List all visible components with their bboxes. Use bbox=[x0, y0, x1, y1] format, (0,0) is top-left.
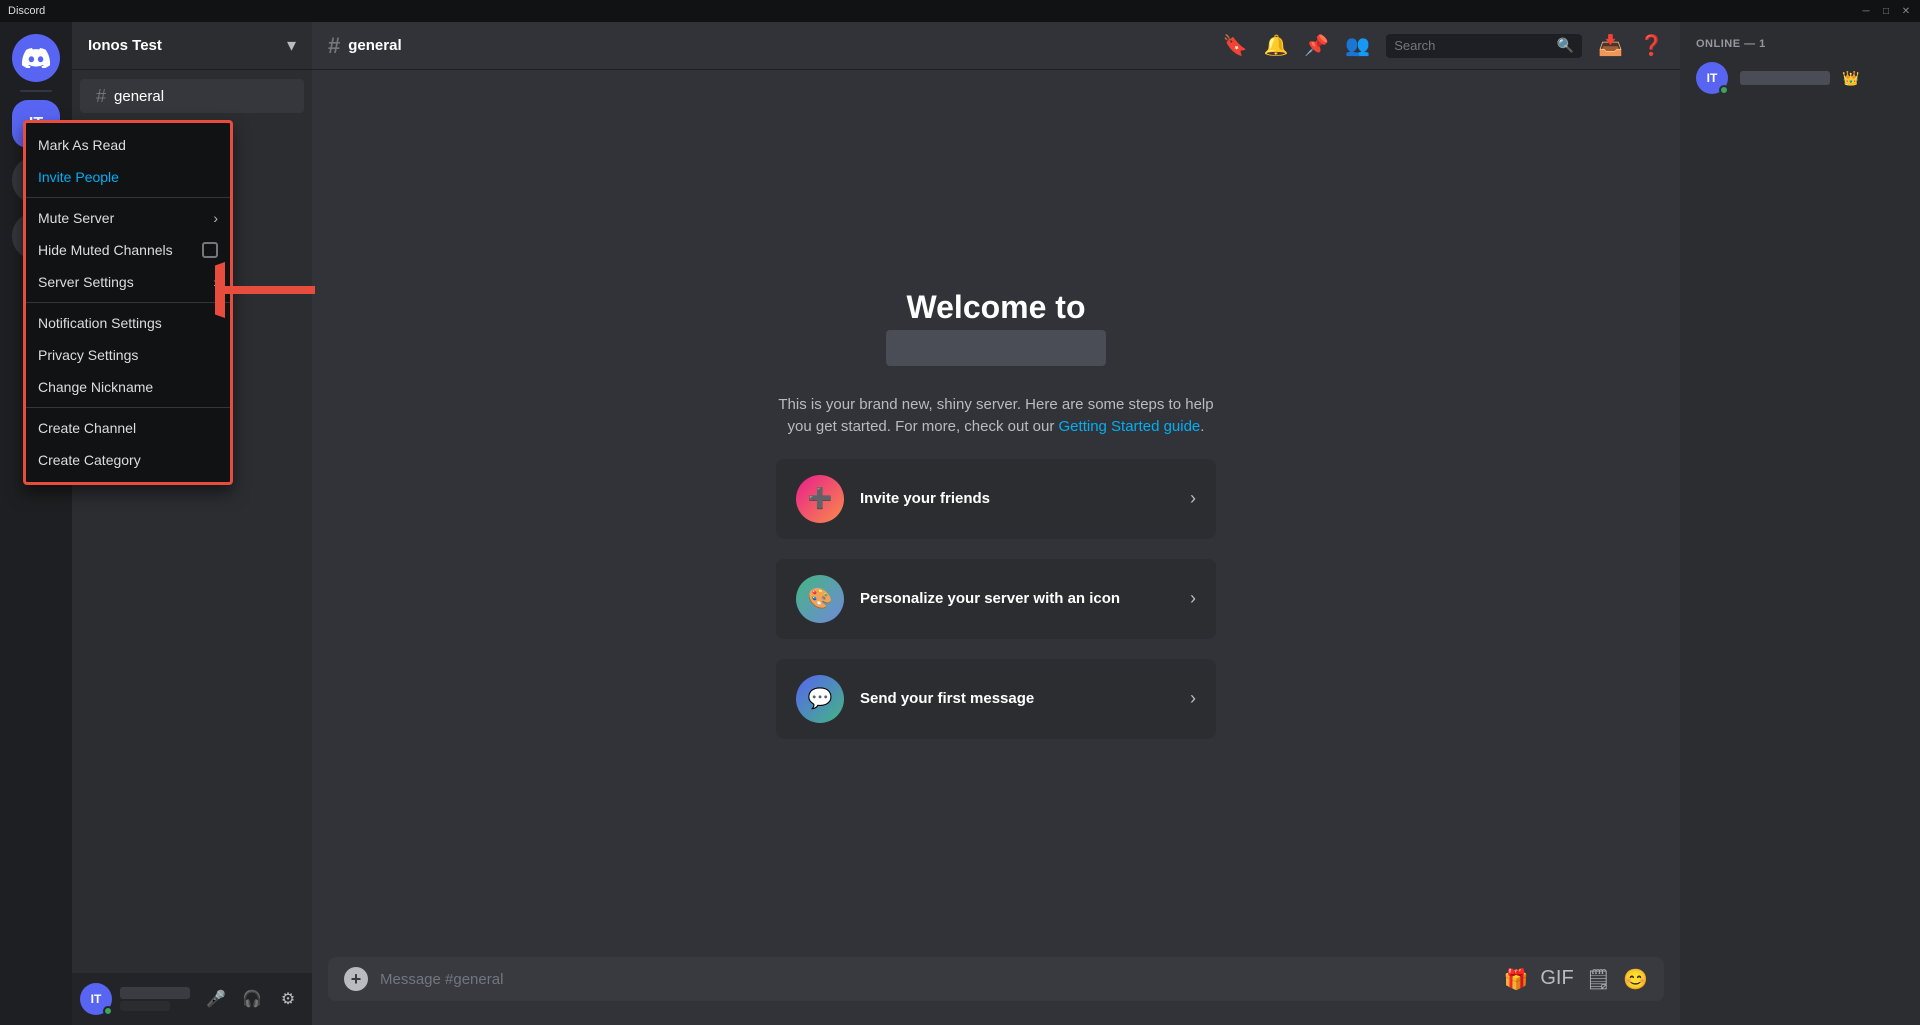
topbar-channel-name: general bbox=[348, 37, 401, 54]
mute-server-arrow-icon: › bbox=[213, 210, 218, 226]
user-controls: 🎤 🎧 ⚙ bbox=[200, 983, 304, 1015]
headphone-button[interactable]: 🎧 bbox=[236, 983, 268, 1015]
ctx-mute-server[interactable]: Mute Server › bbox=[26, 202, 230, 234]
minimize-button[interactable]: ─ bbox=[1860, 5, 1872, 17]
ctx-divider-1 bbox=[26, 197, 230, 198]
gif-icon[interactable]: GIF bbox=[1540, 967, 1573, 992]
personalize-chevron-icon: › bbox=[1190, 588, 1196, 609]
invite-friends-icon: ➕ bbox=[796, 475, 844, 523]
emoji-icon[interactable]: 😊 bbox=[1623, 967, 1648, 992]
personalize-icon: 🎨 bbox=[796, 575, 844, 623]
ctx-invite-people[interactable]: Invite People bbox=[26, 161, 230, 193]
pin-icon[interactable]: 📌 bbox=[1304, 33, 1329, 58]
member-online-dot bbox=[1719, 85, 1729, 95]
personalize-label: Personalize your server with an icon bbox=[860, 590, 1174, 607]
member-avatar: IT bbox=[1696, 62, 1728, 94]
message-chevron-icon: › bbox=[1190, 688, 1196, 709]
ctx-server-settings[interactable]: Server Settings › bbox=[26, 266, 230, 298]
user-info bbox=[120, 987, 192, 1011]
invite-friends-action[interactable]: ➕ Invite your friends › bbox=[776, 459, 1216, 539]
window-controls: ─ □ ✕ bbox=[1860, 5, 1912, 17]
hide-muted-checkbox[interactable] bbox=[202, 242, 218, 258]
search-icon: 🔍 bbox=[1557, 37, 1574, 54]
app-container: IT + 🧭 Ionos Test ▾ # general IT bbox=[0, 22, 1920, 1025]
settings-button[interactable]: ⚙ bbox=[272, 983, 304, 1015]
ctx-create-category[interactable]: Create Category bbox=[26, 444, 230, 476]
members-header: ONLINE — 1 bbox=[1688, 38, 1912, 50]
welcome-center: Welcome to This is your brand new, shiny… bbox=[776, 289, 1216, 739]
microphone-button[interactable]: 🎤 bbox=[200, 983, 232, 1015]
first-message-label: Send your first message bbox=[860, 690, 1174, 707]
first-message-icon: 💬 bbox=[796, 675, 844, 723]
maximize-button[interactable]: □ bbox=[1880, 5, 1892, 17]
members-icon[interactable]: 👥 bbox=[1345, 33, 1370, 58]
user-tag bbox=[120, 1001, 170, 1011]
topbar-hash-icon: # bbox=[328, 33, 340, 59]
personalize-action[interactable]: 🎨 Personalize your server with an icon › bbox=[776, 559, 1216, 639]
ctx-create-channel[interactable]: Create Channel bbox=[26, 412, 230, 444]
ctx-privacy-settings[interactable]: Privacy Settings bbox=[26, 339, 230, 371]
invite-friends-label: Invite your friends bbox=[860, 490, 1174, 507]
topbar: # general 🔖 🔔 📌 👥 Search 🔍 📥 ❓ bbox=[312, 22, 1680, 70]
message-input[interactable]: + Message #general 🎁 GIF 🗒 😊 bbox=[328, 957, 1664, 1001]
channel-item-general[interactable]: # general bbox=[80, 79, 304, 113]
chevron-down-icon: ▾ bbox=[287, 35, 296, 56]
channel-title: # general bbox=[328, 33, 402, 59]
ctx-hide-muted[interactable]: Hide Muted Channels bbox=[26, 234, 230, 266]
boost-icon[interactable]: 🔖 bbox=[1223, 33, 1248, 58]
search-placeholder: Search bbox=[1394, 38, 1549, 53]
notification-icon[interactable]: 🔔 bbox=[1263, 33, 1288, 58]
invite-chevron-icon: › bbox=[1190, 488, 1196, 509]
close-button[interactable]: ✕ bbox=[1900, 5, 1912, 17]
server-divider bbox=[20, 90, 52, 92]
right-sidebar: ONLINE — 1 IT 👑 bbox=[1680, 22, 1920, 1025]
member-name-blurred bbox=[1740, 71, 1830, 85]
ctx-notification-settings[interactable]: Notification Settings bbox=[26, 307, 230, 339]
server-name: Ionos Test bbox=[88, 37, 162, 54]
help-icon[interactable]: ❓ bbox=[1639, 33, 1664, 58]
ctx-mark-as-read[interactable]: Mark As Read bbox=[26, 129, 230, 161]
message-icons: 🎁 GIF 🗒 😊 bbox=[1503, 967, 1648, 992]
user-area: IT 🎤 🎧 ⚙ bbox=[72, 973, 312, 1025]
user-status-dot bbox=[103, 1006, 113, 1016]
context-menu: Mark As Read Invite People Mute Server ›… bbox=[23, 120, 233, 485]
discord-home-icon[interactable] bbox=[12, 34, 60, 82]
gift-icon[interactable]: 🎁 bbox=[1503, 967, 1528, 992]
server-settings-arrow-icon: › bbox=[213, 274, 218, 290]
message-placeholder: Message #general bbox=[380, 971, 1491, 988]
sticker-icon[interactable]: 🗒 bbox=[1586, 967, 1611, 992]
add-attachment-button[interactable]: + bbox=[344, 967, 368, 991]
ctx-divider-2 bbox=[26, 302, 230, 303]
topbar-icons: 🔖 🔔 📌 👥 Search 🔍 📥 ❓ bbox=[1223, 33, 1664, 58]
server-name-blurred bbox=[886, 330, 1106, 366]
user-avatar: IT bbox=[80, 983, 112, 1015]
welcome-title: Welcome to bbox=[886, 289, 1106, 374]
app-title: Discord bbox=[8, 5, 45, 17]
search-bar[interactable]: Search 🔍 bbox=[1386, 34, 1582, 58]
channel-hash-icon: # bbox=[96, 86, 106, 107]
member-crown-icon: 👑 bbox=[1842, 70, 1859, 87]
member-item[interactable]: IT 👑 bbox=[1688, 58, 1912, 98]
main-content: # general 🔖 🔔 📌 👥 Search 🔍 📥 ❓ bbox=[312, 22, 1680, 1025]
server-header[interactable]: Ionos Test ▾ bbox=[72, 22, 312, 70]
getting-started-link[interactable]: Getting Started guide bbox=[1059, 418, 1201, 435]
titlebar: Discord ─ □ ✕ bbox=[0, 0, 1920, 22]
user-name bbox=[120, 987, 190, 999]
ctx-divider-3 bbox=[26, 407, 230, 408]
channel-name: general bbox=[114, 88, 164, 105]
welcome-subtitle: This is your brand new, shiny server. He… bbox=[776, 394, 1216, 439]
first-message-action[interactable]: 💬 Send your first message › bbox=[776, 659, 1216, 739]
message-input-area: + Message #general 🎁 GIF 🗒 😊 bbox=[312, 957, 1680, 1025]
inbox-icon[interactable]: 📥 bbox=[1598, 33, 1623, 58]
chat-area: Welcome to This is your brand new, shiny… bbox=[312, 70, 1680, 957]
ctx-change-nickname[interactable]: Change Nickname bbox=[26, 371, 230, 403]
